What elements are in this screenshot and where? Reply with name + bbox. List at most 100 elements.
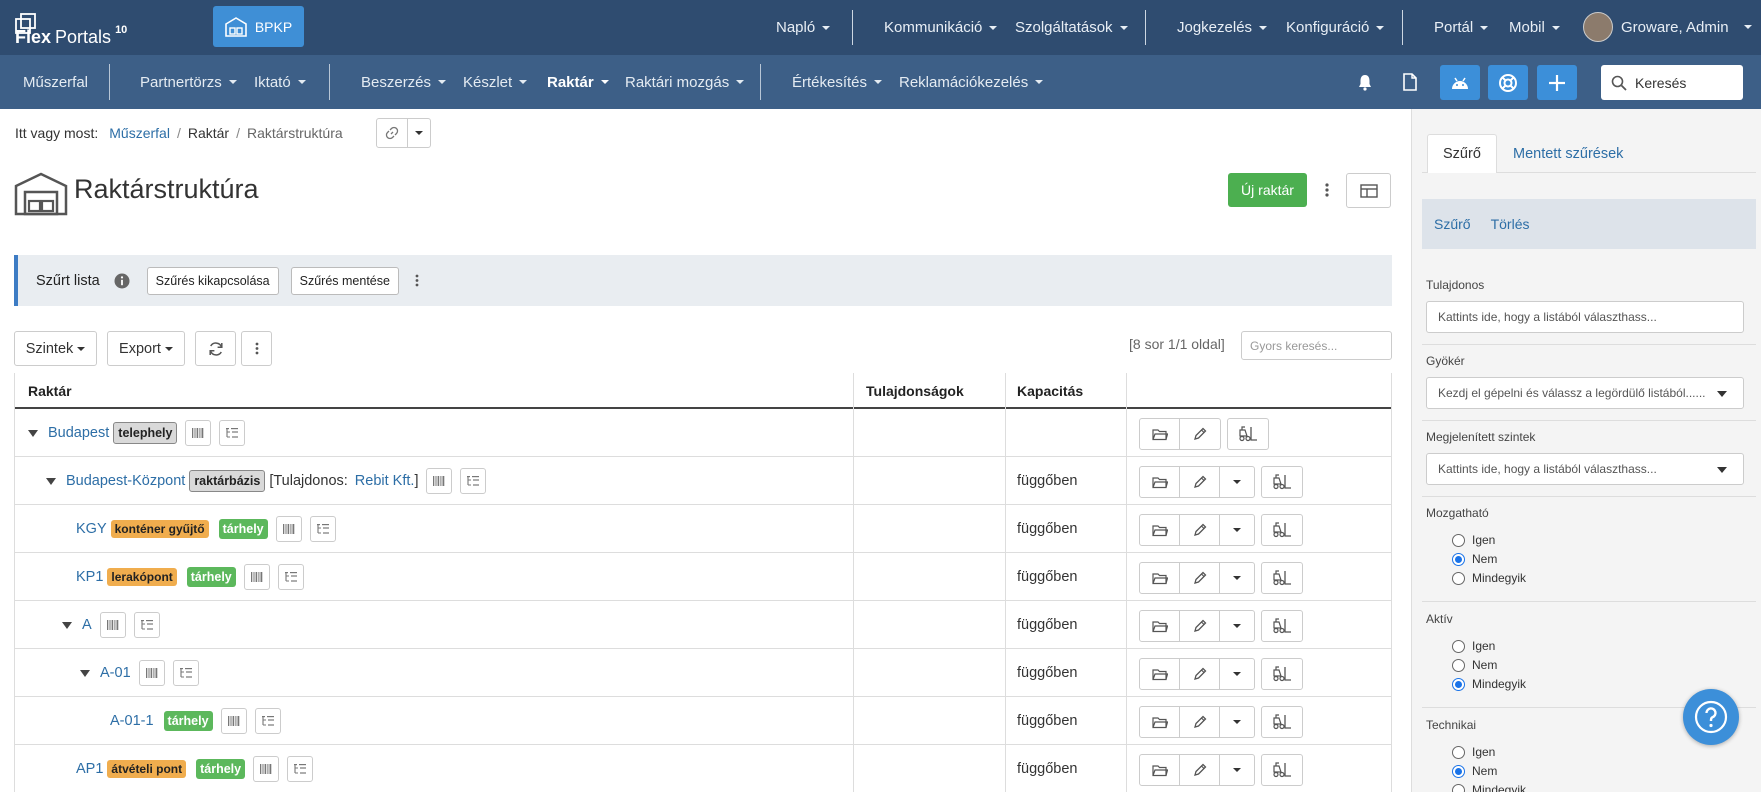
- technical-radio-option[interactable]: Nem: [1452, 764, 1497, 778]
- radio-circle[interactable]: [1452, 764, 1465, 778]
- chevron-down-icon[interactable]: [1220, 563, 1254, 593]
- nav-mobil[interactable]: Mobil: [1509, 0, 1560, 55]
- document-icon[interactable]: [1403, 73, 1417, 91]
- subnav-raktari-mozgas[interactable]: Raktári mozgás: [625, 55, 745, 109]
- tree-structure-icon[interactable]: [309, 516, 336, 542]
- folder-icon[interactable]: [1140, 755, 1180, 785]
- tab-saved-filters[interactable]: Mentett szűrések: [1513, 134, 1623, 173]
- warehouse-link[interactable]: Budapest-Központ: [66, 473, 185, 489]
- radio-circle[interactable]: [1452, 783, 1465, 792]
- chevron-down-icon[interactable]: [1220, 755, 1254, 785]
- breadcrumb-link-muszerfal[interactable]: Műszerfal: [109, 125, 170, 141]
- movable-radio-option[interactable]: Mindegyik: [1452, 571, 1526, 585]
- chevron-down-icon[interactable]: [408, 119, 430, 147]
- disable-filter-button[interactable]: Szűrés kikapcsolása: [146, 266, 279, 295]
- subnav-ertekesites[interactable]: Értékesítés: [792, 55, 883, 109]
- apply-filter-link[interactable]: Szűrő: [1434, 216, 1471, 232]
- expand-toggle-icon[interactable]: [80, 669, 90, 677]
- user-menu[interactable]: Groware, Admin: [1583, 12, 1752, 42]
- edit-icon[interactable]: [1180, 611, 1220, 641]
- active-radio-option[interactable]: Igen: [1452, 639, 1495, 653]
- forklift-icon[interactable]: [1261, 514, 1303, 546]
- table-options-button[interactable]: [241, 331, 272, 366]
- nav-portal[interactable]: Portál: [1434, 0, 1489, 55]
- edit-icon[interactable]: [1180, 419, 1220, 449]
- add-button[interactable]: [1537, 65, 1577, 100]
- chevron-down-icon[interactable]: [1220, 611, 1254, 641]
- subnav-iktato[interactable]: Iktató: [254, 55, 306, 109]
- forklift-icon[interactable]: [1261, 466, 1303, 498]
- export-dropdown[interactable]: Export: [107, 331, 185, 366]
- radio-circle[interactable]: [1452, 745, 1465, 759]
- nav-kommunikacio[interactable]: Kommunikáció: [884, 0, 998, 55]
- forklift-icon[interactable]: [1261, 706, 1303, 738]
- nav-szolgaltatasok[interactable]: Szolgáltatások: [1015, 0, 1128, 55]
- forklift-icon[interactable]: [1261, 754, 1303, 786]
- more-options-icon[interactable]: [1317, 178, 1337, 202]
- levels-dropdown[interactable]: Szintek: [14, 331, 97, 366]
- column-header-capacity[interactable]: Kapacitás: [1017, 383, 1083, 399]
- radio-circle[interactable]: [1452, 571, 1465, 585]
- movable-radio-option[interactable]: Nem: [1452, 552, 1497, 566]
- layout-toggle-button[interactable]: [1346, 173, 1391, 208]
- technical-radio-option[interactable]: Mindegyik: [1452, 783, 1526, 792]
- subnav-keszlet[interactable]: Készlet: [463, 55, 528, 109]
- subnav-reklamaciokezeles[interactable]: Reklamációkezelés: [899, 55, 1044, 109]
- barcode-icon[interactable]: [275, 516, 302, 542]
- link-icon[interactable]: [377, 119, 409, 147]
- warehouse-link[interactable]: KGY: [76, 521, 107, 537]
- edit-icon[interactable]: [1180, 563, 1220, 593]
- more-options-icon[interactable]: [415, 274, 419, 287]
- edit-icon[interactable]: [1180, 707, 1220, 737]
- barcode-icon[interactable]: [185, 420, 212, 446]
- search-input[interactable]: Keresés: [1601, 65, 1743, 100]
- chevron-down-icon[interactable]: [1220, 515, 1254, 545]
- tree-structure-icon[interactable]: [254, 708, 281, 734]
- edit-icon[interactable]: [1180, 755, 1220, 785]
- barcode-icon[interactable]: [220, 708, 247, 734]
- subnav-muszerfal[interactable]: Műszerfal: [23, 55, 88, 109]
- folder-icon[interactable]: [1140, 611, 1180, 641]
- barcode-icon[interactable]: [138, 660, 165, 686]
- barcode-icon[interactable]: [243, 564, 270, 590]
- owner-field[interactable]: Kattints ide, hogy a listából választhas…: [1426, 301, 1744, 333]
- barcode-icon[interactable]: [253, 756, 280, 782]
- warehouse-link[interactable]: KP1: [76, 569, 103, 585]
- bpkp-button[interactable]: BPKP: [213, 6, 304, 47]
- column-header-properties[interactable]: Tulajdonságok: [866, 383, 964, 399]
- subnav-raktar[interactable]: Raktár: [547, 55, 609, 109]
- refresh-button[interactable]: [195, 331, 236, 366]
- radio-circle[interactable]: [1452, 639, 1465, 653]
- folder-icon[interactable]: [1140, 515, 1180, 545]
- tab-filter[interactable]: Szűrő: [1427, 134, 1497, 173]
- radio-circle[interactable]: [1452, 533, 1465, 547]
- displayed-levels-select[interactable]: Kattints ide, hogy a listából választhas…: [1426, 453, 1744, 485]
- nav-konfiguracio[interactable]: Konfiguráció: [1286, 0, 1385, 55]
- info-icon[interactable]: [114, 273, 130, 289]
- folder-icon[interactable]: [1140, 419, 1180, 449]
- new-warehouse-button[interactable]: Új raktár: [1228, 173, 1307, 207]
- link-split-button[interactable]: [376, 118, 431, 148]
- active-radio-option[interactable]: Mindegyik: [1452, 677, 1526, 691]
- support-button[interactable]: [1488, 65, 1528, 100]
- expand-toggle-icon[interactable]: [28, 429, 38, 437]
- edit-icon[interactable]: [1180, 515, 1220, 545]
- help-button[interactable]: [1683, 689, 1739, 745]
- subnav-beszerzes[interactable]: Beszerzés: [361, 55, 447, 109]
- radio-circle[interactable]: [1452, 677, 1465, 691]
- tree-structure-icon[interactable]: [133, 612, 160, 638]
- technical-radio-option[interactable]: Igen: [1452, 745, 1495, 759]
- movable-radio-option[interactable]: Igen: [1452, 533, 1495, 547]
- edit-icon[interactable]: [1180, 659, 1220, 689]
- forklift-icon[interactable]: [1227, 418, 1269, 450]
- warehouse-link[interactable]: A-01: [100, 665, 131, 681]
- chevron-down-icon[interactable]: [1220, 707, 1254, 737]
- tree-structure-icon[interactable]: [219, 420, 246, 446]
- app-logo[interactable]: Flex Portals 10: [15, 13, 127, 47]
- nav-jogkezeles[interactable]: Jogkezelés: [1177, 0, 1268, 55]
- quick-search-input[interactable]: Gyors keresés...: [1241, 331, 1392, 360]
- edit-icon[interactable]: [1180, 467, 1220, 497]
- warehouse-link[interactable]: Budapest: [48, 425, 109, 441]
- folder-icon[interactable]: [1140, 659, 1180, 689]
- forklift-icon[interactable]: [1261, 658, 1303, 690]
